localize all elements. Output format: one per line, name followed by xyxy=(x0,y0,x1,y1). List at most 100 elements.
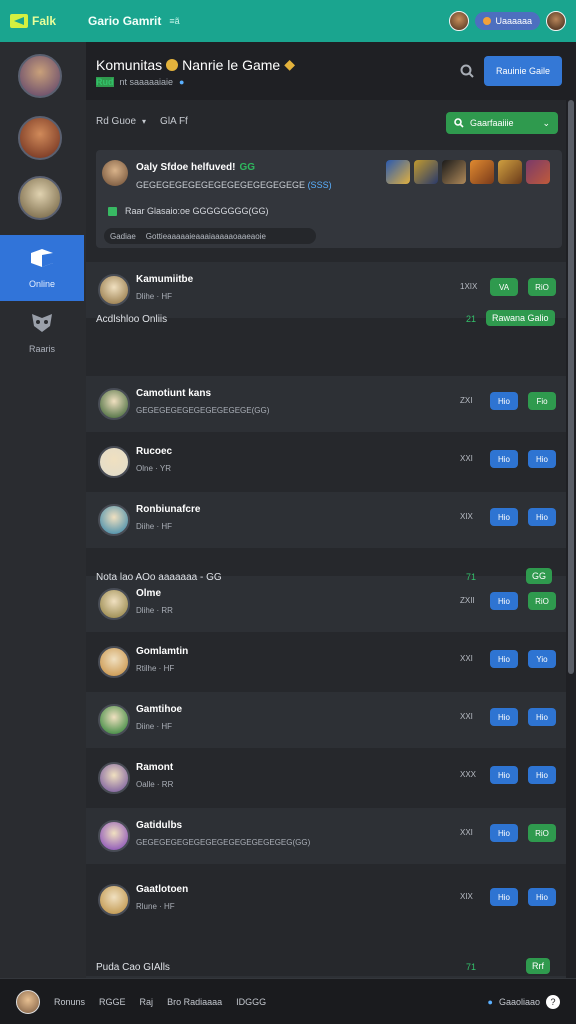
filter-button[interactable]: Gaarfaaiiie ⌄ xyxy=(446,112,558,134)
list-item[interactable]: Gomlamtin Rtilhe · HF XXI Hio Yio xyxy=(86,634,566,690)
list-item[interactable]: Ronbiunafcre Diihe · HF XIX Hio Hio xyxy=(86,492,566,548)
list-item[interactable]: Gatidulbs GEGEGEGEGEGEGEGEGEGEGEGEGEG(GG)… xyxy=(86,808,566,864)
sidebar-avatar-1[interactable] xyxy=(18,54,62,98)
avatar xyxy=(102,160,128,186)
sidebar-item-online[interactable]: Online xyxy=(0,235,84,301)
help-icon[interactable]: ? xyxy=(546,994,560,1009)
game-thumbnail[interactable] xyxy=(470,160,494,184)
bottom-item[interactable]: Ronuns xyxy=(54,997,85,1007)
game-thumbnail[interactable] xyxy=(498,160,522,184)
avatar[interactable] xyxy=(546,11,566,31)
invite-button[interactable]: Hio xyxy=(490,508,518,526)
invite-button[interactable]: Hio xyxy=(490,824,518,842)
section-heading: Acdlshloo Onliis xyxy=(96,314,168,325)
app-logo[interactable]: Falk xyxy=(10,14,56,28)
page-title-text: Komunitas xyxy=(96,56,163,73)
member-name[interactable]: Gaatlotoen xyxy=(136,884,188,895)
section-button[interactable]: Rrf xyxy=(526,958,550,974)
game-thumbnail[interactable] xyxy=(386,160,410,184)
sort-dropdown[interactable]: Rd Guoe xyxy=(96,116,136,127)
avatar[interactable] xyxy=(98,504,130,536)
member-name[interactable]: Rucoec xyxy=(136,446,172,457)
sidebar-avatar-2[interactable] xyxy=(18,116,62,160)
avatar[interactable] xyxy=(98,704,130,736)
chat-text: Gottieaaaaaieaaaiaaaaaoaaeaoie xyxy=(145,231,266,241)
featured-thumbnails xyxy=(386,160,550,184)
member-meta: Diine · HF xyxy=(136,722,173,731)
featured-sub: Raar Glasaio:oe GGGGGGGG(GG) xyxy=(108,206,269,216)
bottom-right-label[interactable]: Gaaoliaao xyxy=(499,997,540,1007)
game-thumbnail[interactable] xyxy=(414,160,438,184)
avatar[interactable] xyxy=(98,820,130,852)
message-button[interactable]: Hio xyxy=(528,766,556,784)
member-stat: XIX xyxy=(460,512,473,521)
bottom-item[interactable]: Raj xyxy=(140,997,154,1007)
bottom-item[interactable]: RGGE xyxy=(99,997,126,1007)
list-item[interactable]: Olme Dlihe · RR ZXII Hio RiO xyxy=(86,576,566,632)
section-button[interactable]: Rawana Galio xyxy=(486,310,555,326)
list-item[interactable]: Gamtihoe Diine · HF XXI Hio Hio xyxy=(86,692,566,748)
game-thumbnail[interactable] xyxy=(442,160,466,184)
primary-action-button[interactable]: Rauinie Gaile xyxy=(484,56,562,86)
invite-button[interactable]: VA xyxy=(490,278,518,296)
member-name[interactable]: Olme xyxy=(136,588,161,599)
avatar[interactable] xyxy=(16,989,40,1014)
invite-button[interactable]: Hio xyxy=(490,650,518,668)
checkbox-icon xyxy=(108,206,117,216)
message-button[interactable]: Fio xyxy=(528,392,556,410)
avatar[interactable] xyxy=(98,884,130,916)
featured-post[interactable]: Oaly Sfdoe helfuved! GG GEGEGEGEGEGEGEGEG… xyxy=(96,150,562,248)
bottom-item[interactable]: Bro Radiaaaa xyxy=(167,997,222,1007)
message-button[interactable]: Hio xyxy=(528,888,556,906)
message-button[interactable]: Hio xyxy=(528,450,556,468)
list-item[interactable]: Gaatlotoen Rlune · HF XIX Hio Hio xyxy=(86,872,566,928)
search-icon[interactable] xyxy=(460,64,474,78)
featured-chat-input[interactable]: Gadiae Gottieaaaaaieaaaiaaaaaoaaeaoie xyxy=(104,228,316,244)
avatar[interactable] xyxy=(98,446,130,478)
filter-label[interactable]: GlA Ff xyxy=(160,116,188,127)
member-stat: XXI xyxy=(460,454,473,463)
game-thumbnail[interactable] xyxy=(526,160,550,184)
message-button[interactable]: Yio xyxy=(528,650,556,668)
message-button[interactable]: RiO xyxy=(528,824,556,842)
message-button[interactable]: RiO xyxy=(528,592,556,610)
list-item[interactable]: Rucoec Olne · YR XXI Hio Hio xyxy=(86,434,566,490)
member-name[interactable]: Kamumiitbe xyxy=(136,274,193,285)
sidebar-avatar-3[interactable] xyxy=(18,176,62,220)
avatar[interactable] xyxy=(98,274,130,306)
invite-button[interactable]: Hio xyxy=(490,708,518,726)
member-name[interactable]: Gamtihoe xyxy=(136,704,182,715)
section-count: 21 xyxy=(466,314,477,324)
filter-button-label: Gaarfaaiiie xyxy=(470,118,514,128)
message-button[interactable]: Hio xyxy=(528,708,556,726)
member-name[interactable]: Gomlamtin xyxy=(136,646,188,657)
message-button[interactable]: Hio xyxy=(528,508,556,526)
avatar[interactable] xyxy=(98,762,130,794)
invite-button[interactable]: Hio xyxy=(490,450,518,468)
featured-line: GEGEGEGEGEGEGEGEGEGEGEGEGE (SSS) xyxy=(136,180,332,190)
section-button[interactable]: GG xyxy=(526,568,553,584)
member-name[interactable]: Camotiunt kans xyxy=(136,388,211,399)
bottom-item[interactable]: IDGGG xyxy=(236,997,266,1007)
diamond-icon: ◆ xyxy=(284,56,295,72)
app-title: Gario Gamrit xyxy=(88,14,162,28)
invite-button[interactable]: Hio xyxy=(490,888,518,906)
invite-button[interactable]: Hio xyxy=(490,766,518,784)
member-name[interactable]: Ronbiunafcre xyxy=(136,504,200,515)
member-name[interactable]: Ramont xyxy=(136,762,173,773)
user-chip[interactable]: Uaaaaaa xyxy=(475,12,540,30)
invite-button[interactable]: Hio xyxy=(490,392,518,410)
logo-icon xyxy=(10,14,28,28)
avatar[interactable] xyxy=(98,588,130,620)
list-item[interactable]: Camotiunt kans GEGEGEGEGEGEGEGEGEGE(GG) ZX… xyxy=(86,376,566,432)
community-panel: Rd Guoe ▾ GlA Ff Gaarfaaiiie ⌄ Oaly Sfdo… xyxy=(86,100,566,978)
invite-button[interactable]: Hio xyxy=(490,592,518,610)
avatar[interactable] xyxy=(98,388,130,420)
avatar[interactable] xyxy=(98,646,130,678)
scrollbar[interactable] xyxy=(568,100,574,674)
list-item[interactable]: Ramont Oalle · RR XXX Hio Hio xyxy=(86,750,566,806)
message-button[interactable]: RiO xyxy=(528,278,556,296)
member-name[interactable]: Gatidulbs xyxy=(136,820,182,831)
avatar[interactable] xyxy=(449,11,470,31)
sidebar-item-teams[interactable]: Raaris xyxy=(0,312,84,362)
